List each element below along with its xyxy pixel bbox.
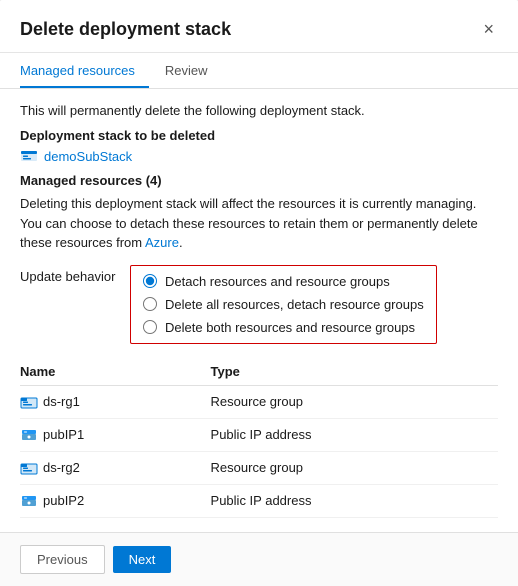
radio-delete-resources-input[interactable] [143, 297, 157, 311]
radio-delete-both[interactable]: Delete both resources and resource group… [143, 320, 424, 335]
azure-link[interactable]: Azure [145, 235, 179, 250]
col-name: Name [20, 358, 211, 386]
update-behavior-row: Update behavior Detach resources and res… [20, 265, 498, 344]
stack-icon [20, 147, 38, 165]
resources-table: Name Type ds-rg1 Resource group pubIP1 Pub… [20, 358, 498, 518]
col-type: Type [211, 358, 498, 386]
table-row: ds-rg1 Resource group [20, 385, 498, 418]
radio-group: Detach resources and resource groups Del… [130, 265, 437, 344]
resource-type-cell: Resource group [211, 385, 498, 418]
close-button[interactable]: × [479, 18, 498, 40]
dialog-body: This will permanently delete the followi… [0, 89, 518, 532]
resource-name: ds-rg1 [43, 394, 80, 409]
resource-name-cell: ds-rg1 [20, 385, 211, 418]
table-row: pubIP1 Public IP address [20, 418, 498, 451]
table-row: pubIP2 Public IP address [20, 484, 498, 517]
info-text: This will permanently delete the followi… [20, 103, 498, 118]
radio-detach-label: Detach resources and resource groups [165, 274, 390, 289]
stack-name-link[interactable]: demoSubStack [44, 149, 132, 164]
resource-name: pubIP1 [43, 427, 84, 442]
resource-name-cell: ds-rg2 [20, 451, 211, 484]
deployment-stack-label: Deployment stack to be deleted [20, 128, 498, 143]
tab-review[interactable]: Review [165, 53, 222, 88]
radio-detach-input[interactable] [143, 274, 157, 288]
previous-button[interactable]: Previous [20, 545, 105, 574]
next-button[interactable]: Next [113, 546, 172, 573]
tab-managed-resources[interactable]: Managed resources [20, 53, 149, 88]
public-ip-icon [20, 426, 38, 444]
resource-type-cell: Public IP address [211, 484, 498, 517]
radio-delete-resources[interactable]: Delete all resources, detach resource gr… [143, 297, 424, 312]
delete-deployment-stack-dialog: Delete deployment stack × Managed resour… [0, 0, 518, 586]
managed-resources-header: Managed resources (4) [20, 173, 498, 188]
table-header: Name Type [20, 358, 498, 386]
tab-bar: Managed resources Review [0, 53, 518, 89]
radio-delete-both-input[interactable] [143, 320, 157, 334]
resource-name-cell: pubIP1 [20, 418, 211, 451]
dialog-title: Delete deployment stack [20, 19, 231, 40]
table-row: ds-rg2 Resource group [20, 451, 498, 484]
resource-name: ds-rg2 [43, 460, 80, 475]
radio-delete-both-label: Delete both resources and resource group… [165, 320, 415, 335]
resource-type-cell: Resource group [211, 451, 498, 484]
dialog-header: Delete deployment stack × [0, 0, 518, 53]
description-text: Deleting this deployment stack will affe… [20, 194, 498, 253]
resource-name-cell: pubIP2 [20, 484, 211, 517]
resource-name: pubIP2 [43, 493, 84, 508]
resource-group-icon [20, 393, 38, 411]
resource-group-icon [20, 459, 38, 477]
public-ip-icon [20, 492, 38, 510]
stack-name-row: demoSubStack [20, 147, 498, 165]
radio-detach[interactable]: Detach resources and resource groups [143, 274, 424, 289]
radio-delete-resources-label: Delete all resources, detach resource gr… [165, 297, 424, 312]
update-behavior-label: Update behavior [20, 265, 120, 284]
resource-type-cell: Public IP address [211, 418, 498, 451]
table-body: ds-rg1 Resource group pubIP1 Public IP add… [20, 385, 498, 517]
dialog-footer: Previous Next [0, 532, 518, 586]
